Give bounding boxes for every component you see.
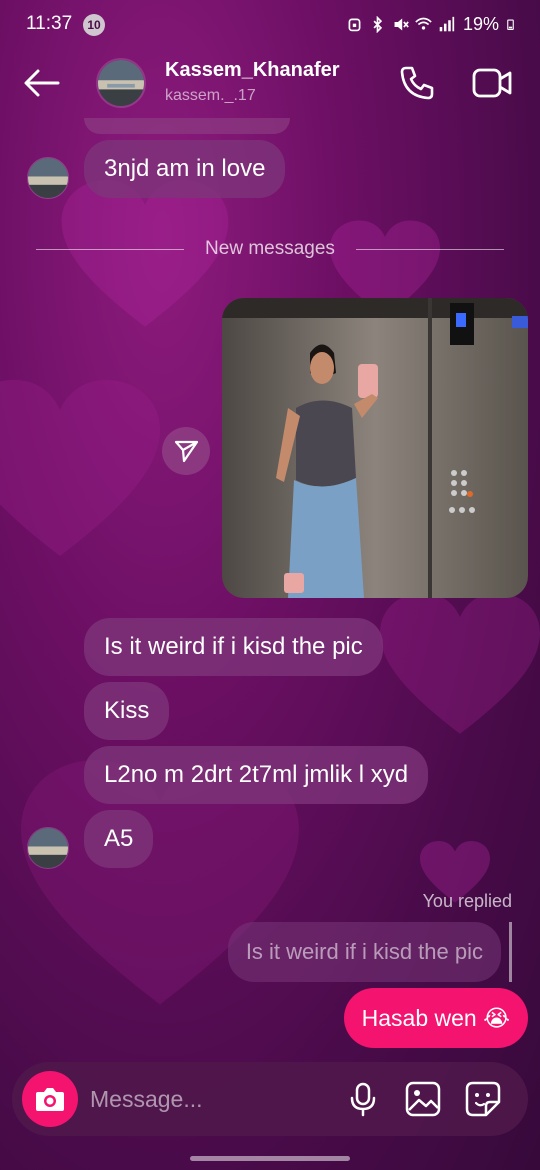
previous-message-bubble xyxy=(84,118,290,134)
received-message[interactable]: A5 xyxy=(84,810,154,868)
sender-avatar[interactable] xyxy=(27,157,69,199)
received-message[interactable]: L2no m 2drt 2t7ml jmlik l xyd xyxy=(84,746,429,804)
message-input[interactable] xyxy=(90,1082,320,1116)
heart-decoration xyxy=(380,590,540,740)
send-paper-plane-icon xyxy=(174,440,199,463)
signal-icon xyxy=(439,16,455,32)
status-time: 11:37 xyxy=(26,13,73,34)
new-messages-divider: New messages xyxy=(36,236,504,264)
home-indicator xyxy=(190,1156,350,1161)
battery-icon xyxy=(507,19,514,30)
microphone-icon xyxy=(350,1082,376,1117)
quoted-message-text: Is it weird if i kisd the pic xyxy=(227,922,501,982)
status-bar: 11:37 10 19% xyxy=(0,0,540,48)
phone-icon xyxy=(400,66,434,100)
back-arrow-icon xyxy=(24,69,60,97)
video-call-button[interactable] xyxy=(472,64,512,102)
camera-button[interactable] xyxy=(22,1071,78,1127)
you-replied-label: You replied xyxy=(422,891,512,911)
chat-handle: kassem._.17 xyxy=(165,87,256,104)
camera-icon xyxy=(36,1088,64,1111)
heart-decoration xyxy=(0,380,160,560)
bluetooth-icon xyxy=(373,16,383,33)
status-icons: 19% xyxy=(346,14,516,35)
avatar-image xyxy=(28,828,68,868)
sent-message[interactable]: Hasab wen 😭 xyxy=(343,988,528,1048)
voice-call-button[interactable] xyxy=(398,64,436,102)
received-message[interactable]: Kiss xyxy=(84,682,170,740)
back-button[interactable] xyxy=(22,65,62,101)
avatar-image xyxy=(28,158,68,198)
mute-icon xyxy=(394,18,409,31)
wifi-icon xyxy=(415,17,432,30)
elevator-selfie-image xyxy=(222,298,528,598)
chat-header: Kassem_Khanafer kassem._.17 xyxy=(0,48,540,118)
sticker-button[interactable] xyxy=(464,1080,502,1118)
gallery-button[interactable] xyxy=(404,1080,442,1118)
message-composer xyxy=(12,1062,528,1136)
shared-photo[interactable] xyxy=(222,298,528,598)
avatar-image xyxy=(98,60,144,106)
alarm-icon xyxy=(348,18,361,32)
divider-line xyxy=(356,249,504,250)
share-button[interactable] xyxy=(162,427,210,475)
quoted-message[interactable]: Is it weird if i kisd the pic xyxy=(227,922,512,982)
received-message[interactable]: Is it weird if i kisd the pic xyxy=(84,618,383,676)
sticker-icon xyxy=(465,1081,501,1117)
chat-username[interactable]: Kassem_Khanafer xyxy=(165,59,340,82)
received-message[interactable]: 3njd am in love xyxy=(84,140,286,198)
video-camera-icon xyxy=(472,68,512,98)
notification-count-badge: 10 xyxy=(83,14,105,36)
profile-avatar[interactable] xyxy=(96,58,146,108)
image-icon xyxy=(405,1081,441,1117)
voice-message-button[interactable] xyxy=(344,1080,382,1118)
battery-percent: 19% xyxy=(462,14,499,34)
sender-avatar[interactable] xyxy=(27,827,69,869)
